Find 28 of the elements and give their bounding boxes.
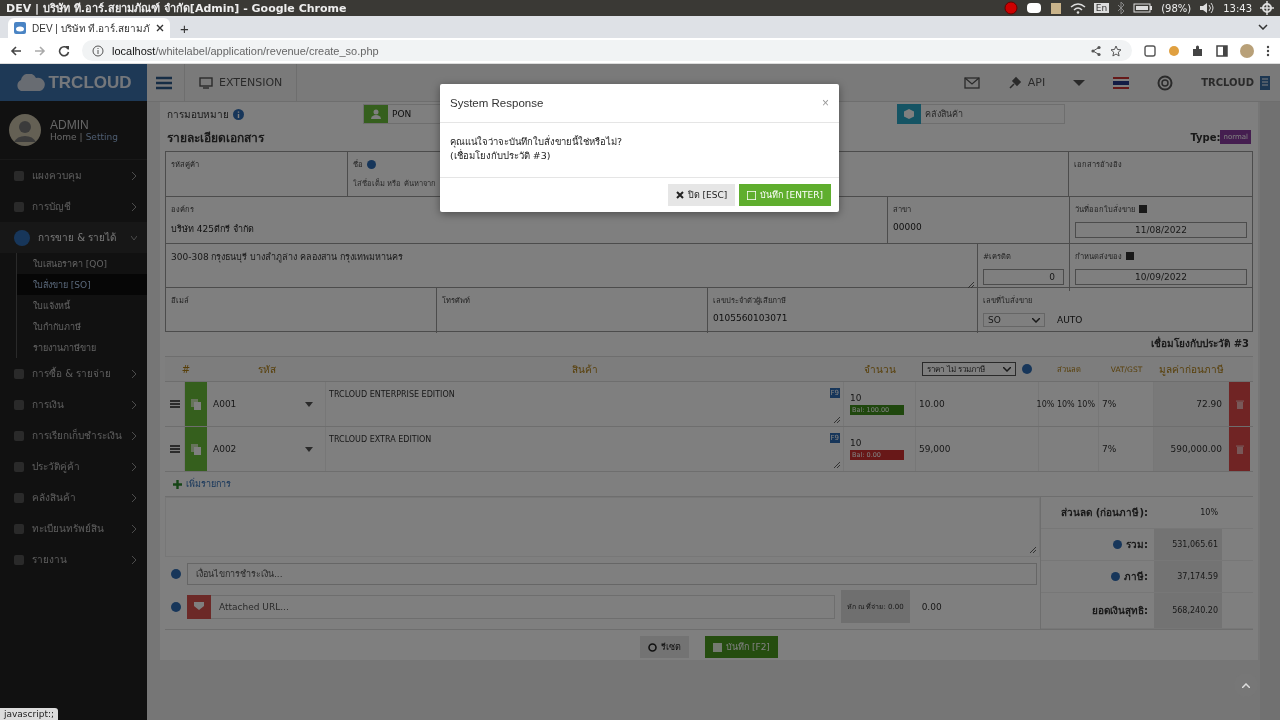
summary-label: รวม: <box>1126 538 1148 552</box>
type-label: Type: <box>1190 131 1221 143</box>
summary-label: ยอดเงินสุทธิ: <box>1091 604 1149 619</box>
summary-label: ส่วนลด (ก่อนภาษี): <box>1060 506 1149 520</box>
column-header: # <box>180 363 192 375</box>
so-number: AUTO <box>1057 315 1083 325</box>
summary-label: ภาษี: <box>1124 570 1148 584</box>
column-header: มูลค่าก่อนภาษี <box>1158 362 1225 377</box>
summary-value: 568,240.20 <box>1154 593 1222 628</box>
column-header: จำนวน <box>863 362 897 377</box>
amount-value: 590,000.00 <box>1170 444 1222 454</box>
assignment-label: การมอบหมาย <box>167 107 229 122</box>
status-url: javascript:; <box>0 708 58 720</box>
summary-value: 531,065.61 <box>1154 529 1222 560</box>
clock: 13:43 <box>1223 2 1252 14</box>
section-title: รายละเอียดเอกสาร <box>167 129 264 147</box>
column-header: สินค้า <box>571 362 599 377</box>
window-title: DEV | บริษัท ที.อาร์.สยามภัณฑ์ จำกัด[Admin] - Google Chrome <box>6 1 347 17</box>
link-note: เชื่อมโยงกับประวัติ #3 <box>1151 335 1249 351</box>
summary-value: 37,174.59 <box>1154 561 1222 592</box>
amount-value: 72.90 <box>1196 399 1222 409</box>
dialog-message: คุณแน่ใจว่าจะบันทึกใบสั่งขายนี้ใช่หรือไม่? <box>450 135 624 149</box>
dialog-title: System Response <box>450 97 544 109</box>
battery-level: (98%) <box>1161 2 1192 14</box>
separator: | <box>79 132 83 142</box>
user-name: ADMIN <box>50 118 90 132</box>
dialog-note: (เชื่อมโยงกับประวัติ #3) <box>450 149 552 163</box>
column-header: รหัส <box>256 362 277 377</box>
